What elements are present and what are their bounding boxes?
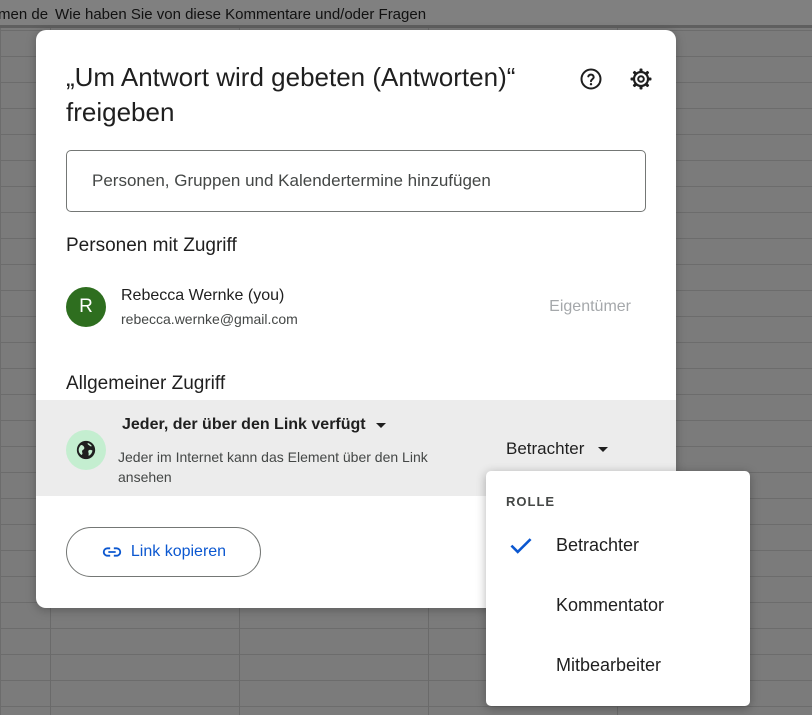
role-option-label: Kommentator bbox=[556, 595, 665, 615]
spreadsheet-header-row: men de Wie haben Sie von diese Kommentar… bbox=[0, 0, 812, 28]
role-option-viewer[interactable]: Betrachter bbox=[486, 520, 750, 572]
help-button[interactable] bbox=[576, 64, 606, 94]
role-dropdown[interactable]: Betrachter bbox=[506, 439, 609, 459]
copy-link-button[interactable]: Link kopieren bbox=[66, 527, 261, 577]
owner-role-label: Eigentümer bbox=[549, 298, 631, 315]
dialog-title: „Um Antwort wird gebeten (Antworten)“ fr… bbox=[66, 62, 516, 127]
people-with-access-heading: Personen mit Zugriff bbox=[66, 235, 237, 256]
general-access-label: Jeder, der über den Link verfügt bbox=[122, 416, 366, 433]
general-access-description: Jeder im Internet kann das Element über … bbox=[118, 449, 428, 485]
copy-link-label: Link kopieren bbox=[130, 543, 227, 560]
role-menu: ROLLE Betrachter Kommentator Mitbearbeit… bbox=[486, 471, 750, 706]
settings-button[interactable] bbox=[626, 64, 656, 94]
add-people-input[interactable] bbox=[66, 150, 646, 212]
person-row: R Rebecca Wernke (you) rebecca.wernke@gm… bbox=[66, 285, 646, 329]
help-icon bbox=[580, 68, 602, 90]
sheet-cell-left: men de bbox=[0, 6, 49, 23]
role-dropdown-label: Betrachter bbox=[506, 439, 585, 458]
globe-icon bbox=[76, 440, 96, 460]
general-access-dropdown[interactable]: Jeder, der über den Link verfügt bbox=[122, 416, 386, 434]
person-email: rebecca.wernke@gmail.com bbox=[121, 311, 298, 327]
link-icon bbox=[102, 547, 122, 557]
role-menu-heading: ROLLE bbox=[506, 494, 556, 509]
general-access-heading: Allgemeiner Zugriff bbox=[66, 373, 226, 394]
checkmark-icon bbox=[510, 538, 532, 554]
avatar[interactable]: R bbox=[66, 287, 106, 327]
role-option-commenter[interactable]: Kommentator bbox=[486, 580, 750, 632]
role-option-label: Betrachter bbox=[556, 535, 640, 555]
globe-icon-container bbox=[66, 430, 106, 470]
sheet-cell-header: Wie haben Sie von diese Kommentare und/o… bbox=[55, 6, 427, 23]
caret-down-icon bbox=[598, 446, 609, 452]
role-option-label: Mitbearbeiter bbox=[556, 655, 662, 675]
role-option-editor[interactable]: Mitbearbeiter bbox=[486, 640, 750, 692]
person-name: Rebecca Wernke (you) bbox=[121, 287, 285, 304]
gear-icon bbox=[630, 68, 652, 90]
caret-down-icon bbox=[375, 422, 386, 428]
